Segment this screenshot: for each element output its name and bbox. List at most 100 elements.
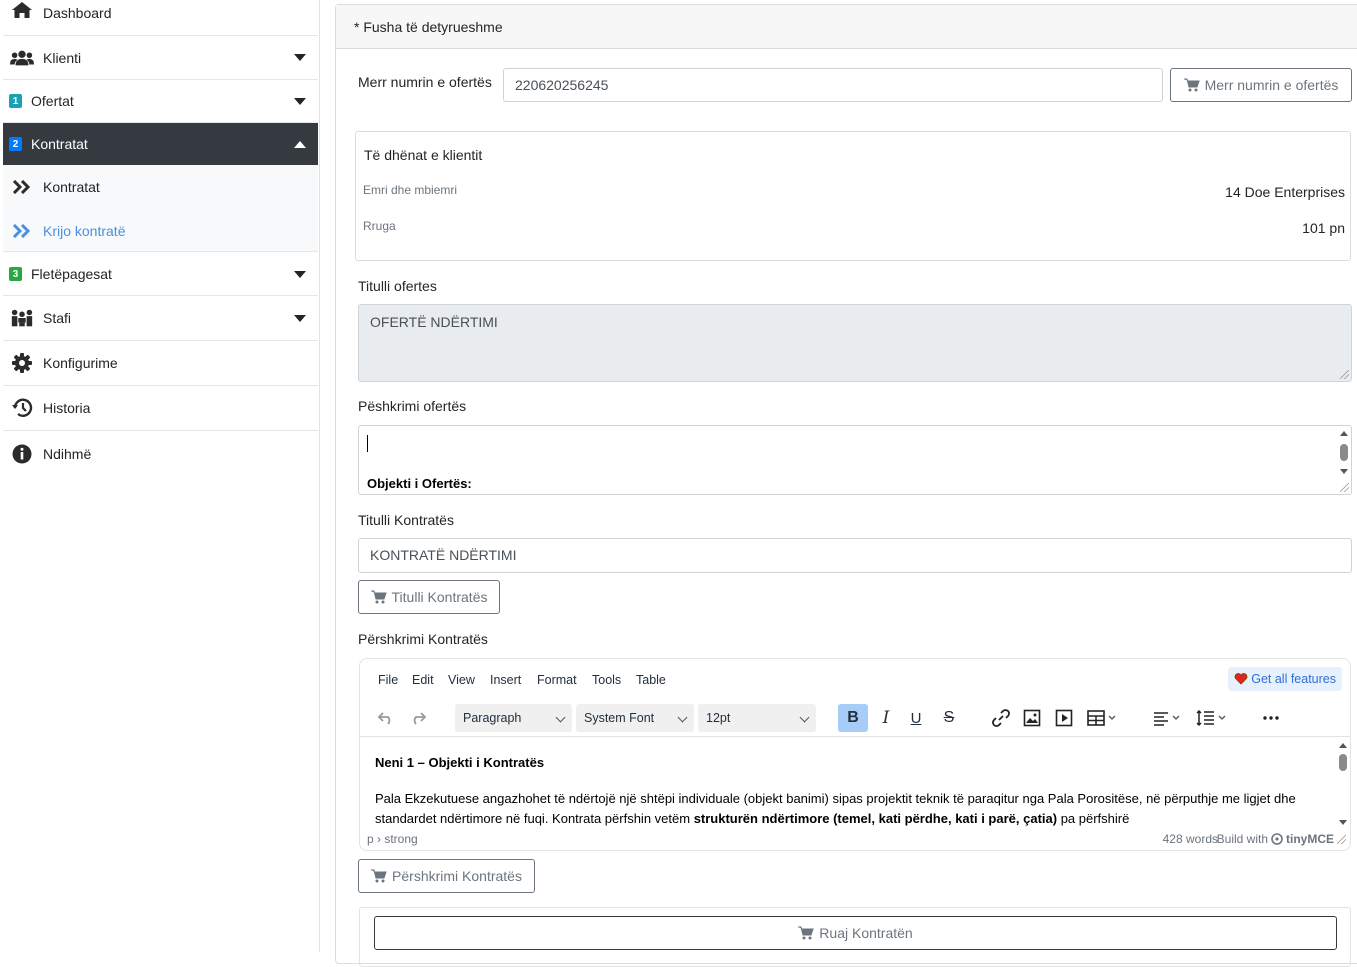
element-path[interactable]: p › strong	[367, 832, 418, 846]
button-label: Get all features	[1251, 672, 1336, 686]
block-format-value: Paragraph	[463, 711, 522, 725]
editor-toolbar: Paragraph System Font 12pt B I U S	[360, 699, 1350, 737]
contract-title-label: Titulli Kontratës	[358, 512, 454, 528]
menu-edit[interactable]: Edit	[412, 673, 434, 687]
media-icon[interactable]	[1051, 704, 1077, 732]
contract-paragraph: Pala Ekzekutuese angazhohet të ndërtojë …	[375, 789, 1320, 829]
sidebar-item-stafi[interactable]: Stafi	[3, 296, 318, 341]
sidebar-item-klienti[interactable]: Klienti	[3, 36, 318, 80]
menu-insert[interactable]: Insert	[490, 673, 521, 687]
paragraph-text-end: pa përfshirë	[1057, 811, 1130, 826]
sidebar-item-fletepagesat[interactable]: 3 Fletëpagesat	[3, 253, 318, 296]
offer-title-label: Titulli ofertes	[358, 278, 437, 294]
more-icon[interactable]	[1258, 704, 1284, 732]
count-badge: 2	[9, 137, 22, 151]
resize-handle[interactable]	[1340, 370, 1349, 379]
redo-icon[interactable]	[406, 704, 430, 732]
get-all-features-button[interactable]: Get all features	[1228, 667, 1342, 691]
sidebar-item-label: Dashboard	[43, 5, 112, 21]
tinymce-logo-icon	[1271, 833, 1283, 845]
submenu-item-kontratat[interactable]: Kontratat	[3, 165, 318, 209]
font-family-select[interactable]: System Font	[576, 704, 694, 732]
menu-table[interactable]: Table	[636, 673, 666, 687]
text-cursor	[367, 435, 368, 452]
menu-format[interactable]: Format	[537, 673, 577, 687]
offer-title-textarea[interactable]: OFERTË NDËRTIMI	[358, 304, 1352, 382]
build-with-label: Build with	[1216, 832, 1268, 846]
chevron-down-icon	[677, 712, 688, 723]
users-icon	[10, 48, 34, 68]
resize-handle[interactable]	[1340, 483, 1349, 492]
font-size-select[interactable]: 12pt	[698, 704, 816, 732]
contract-title-button[interactable]: Titulli Kontratës	[358, 580, 500, 614]
editor-statusbar: p › strong 428 words Build with tinyMCE	[360, 828, 1350, 850]
resize-handle[interactable]	[1337, 835, 1346, 844]
offer-number-input[interactable]: 220620256245	[503, 68, 1163, 102]
cart-icon	[798, 926, 814, 940]
client-name-key: Emri dhe mbiemri	[363, 183, 458, 197]
contract-form-card: * Fusha të detyrueshme Merr numrin e ofe…	[335, 4, 1357, 967]
contract-title-input[interactable]: KONTRATË NDËRTIMI	[358, 538, 1352, 573]
contract-description-button[interactable]: Përshkrimi Kontratës	[358, 859, 535, 893]
count-badge: 3	[9, 267, 22, 281]
tinymce-brand-text: tinyMCE	[1286, 832, 1334, 846]
menu-view[interactable]: View	[448, 673, 475, 687]
line-height-icon[interactable]	[1193, 704, 1231, 732]
italic-icon[interactable]: I	[873, 704, 899, 732]
save-section: Ruaj Kontratën	[359, 907, 1351, 967]
contract-description-editor[interactable]: File Edit View Insert Format Tools Table…	[359, 658, 1351, 851]
submenu-item-label: Kontratat	[43, 179, 100, 195]
sidebar-item-label: Konfigurime	[43, 355, 118, 371]
gear-icon	[10, 353, 34, 373]
word-count[interactable]: 428 words	[1163, 832, 1218, 846]
sidebar-item-label: Ndihmë	[43, 445, 92, 462]
contract-heading: Neni 1 – Objekti i Kontratës	[375, 755, 545, 770]
double-chevron-right-icon	[11, 221, 33, 241]
strikethrough-icon[interactable]: S	[936, 704, 962, 732]
offer-description-editor[interactable]: Objekti i Ofertës:	[358, 425, 1352, 495]
block-format-select[interactable]: Paragraph	[455, 704, 572, 732]
table-icon[interactable]	[1084, 704, 1120, 732]
undo-icon[interactable]	[374, 704, 398, 732]
save-contract-button[interactable]: Ruaj Kontratën	[374, 916, 1337, 950]
sidebar-item-label: Historia	[43, 400, 91, 416]
underline-icon[interactable]: U	[903, 704, 929, 732]
editor-content[interactable]: Neni 1 – Objekti i Kontratës Pala Ekzeku…	[360, 738, 1350, 830]
sidebar-item-label: Fletëpagesat	[31, 266, 112, 282]
bold-icon[interactable]: B	[838, 704, 868, 732]
offer-description-label: Pëshkrimi ofertës	[358, 398, 467, 414]
scroll-thumb[interactable]	[1340, 444, 1348, 461]
font-family-value: System Font	[584, 711, 655, 725]
tinymce-branding[interactable]: Build with tinyMCE	[1217, 832, 1334, 846]
link-icon[interactable]	[988, 704, 1014, 732]
submenu-item-krijo-kontrate[interactable]: Krijo kontratë	[3, 209, 318, 253]
submenu-item-label: Krijo kontratë	[43, 223, 126, 239]
scroll-thumb[interactable]	[1339, 754, 1347, 771]
kontratat-submenu: Kontratat Krijo kontratë	[3, 165, 318, 252]
image-icon[interactable]	[1019, 704, 1045, 732]
sidebar-item-dashboard[interactable]: Dashboard	[3, 0, 318, 36]
align-icon[interactable]	[1150, 704, 1186, 732]
scroll-up-arrow[interactable]	[1339, 743, 1347, 748]
sidebar-item-kontratat[interactable]: 2 Kontratat	[3, 123, 318, 165]
sidebar-item-label: Ofertat	[31, 93, 74, 109]
sidebar-item-label: Klienti	[43, 49, 82, 66]
scroll-up-arrow[interactable]	[1340, 431, 1348, 436]
sidebar-item-konfigurime[interactable]: Konfigurime	[3, 341, 318, 386]
get-offer-number-button[interactable]: Merr numrin e ofertës	[1170, 68, 1352, 102]
chevron-up-icon	[294, 140, 306, 148]
sidebar-item-ofertat[interactable]: 1 Ofertat	[3, 80, 318, 123]
offer-description-text: Objekti i Ofertës:	[367, 476, 472, 491]
chevron-down-icon	[294, 314, 306, 322]
scroll-down-arrow[interactable]	[1340, 469, 1348, 474]
scroll-down-arrow[interactable]	[1339, 820, 1347, 825]
menu-tools[interactable]: Tools	[592, 673, 621, 687]
scrollbar[interactable]	[1336, 738, 1350, 830]
chevron-down-icon	[555, 712, 566, 723]
chevron-down-icon	[799, 712, 810, 723]
sidebar-item-ndihme[interactable]: Ndihmë	[3, 431, 318, 476]
client-name-value: 14 Doe Enterprises	[1225, 184, 1345, 200]
sidebar-item-historia[interactable]: Historia	[3, 386, 318, 431]
count-badge: 1	[9, 94, 22, 108]
menu-file[interactable]: File	[378, 673, 398, 687]
